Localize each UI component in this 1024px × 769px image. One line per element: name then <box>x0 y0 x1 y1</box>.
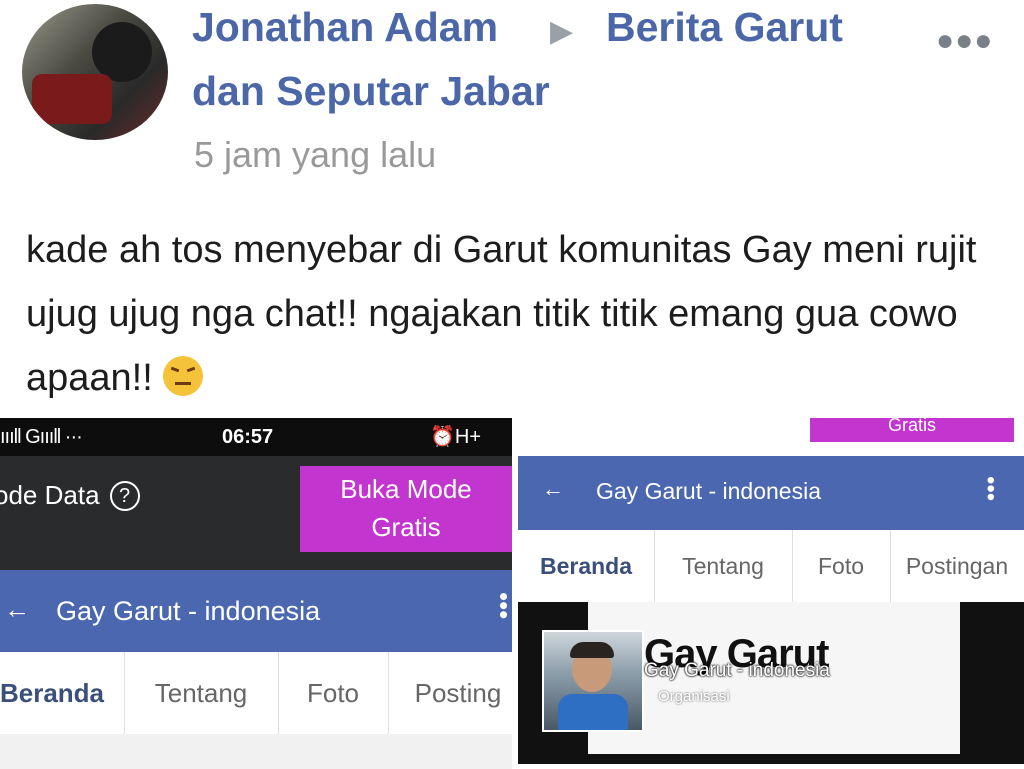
angry-face-emoji <box>163 356 204 396</box>
page-category: Organisasi <box>658 688 730 705</box>
author-name-link[interactable]: Jonathan Adam <box>192 4 498 50</box>
page-profile-photo[interactable] <box>542 630 644 732</box>
group-name-link-line2[interactable]: dan Seputar Jabar <box>192 68 550 114</box>
tab-beranda[interactable]: Beranda <box>0 652 125 734</box>
vertical-dots-icon[interactable]: ••• <box>976 476 1004 501</box>
gratis-button-partial[interactable]: Gratis <box>810 418 1014 442</box>
screenshot-right: Gratis ← Gay Garut - indonesia ••• Beran… <box>518 418 1024 764</box>
tab-posting[interactable]: Posting <box>388 652 512 734</box>
data-mode-text: ode Data <box>0 480 100 510</box>
top-strip: Gratis <box>518 418 1024 456</box>
tab-tentang[interactable]: Tentang <box>124 652 279 734</box>
button-line2: Gratis <box>371 512 441 542</box>
signal-indicator: ıııll Gıııll ··· <box>0 426 83 448</box>
data-mode-label: ode Data? <box>0 480 140 511</box>
back-arrow-icon[interactable]: ← <box>4 594 30 625</box>
back-arrow-icon[interactable]: ← <box>542 476 564 502</box>
status-time: 06:57 <box>222 426 274 448</box>
screenshot-left: ıııll Gıııll ··· 06:57 ⏰H+ ode Data? Buk… <box>0 418 512 769</box>
triangle-arrow-icon: ▶ <box>550 15 574 48</box>
data-mode-banner: ode Data? Buka Mode Gratis <box>0 456 512 566</box>
page-tabs: Beranda Tentang Foto Postingan <box>518 530 1024 603</box>
author-avatar[interactable] <box>22 4 168 140</box>
content-area <box>0 734 512 769</box>
page-tabs: Beranda Tentang Foto Posting <box>0 652 512 735</box>
open-free-mode-button[interactable]: Buka Mode Gratis <box>300 466 512 552</box>
tab-tentang[interactable]: Tentang <box>654 530 793 602</box>
cover-area: Gay Garut Gay Garut - indonesia Organisa… <box>518 602 1024 764</box>
page-title: Gay Garut - indonesia <box>56 596 321 626</box>
tab-foto[interactable]: Foto <box>792 530 891 602</box>
page-name: Gay Garut - indonesia <box>644 660 830 681</box>
vertical-dots-icon[interactable]: ••• <box>488 592 512 619</box>
status-bar: ıııll Gıııll ··· 06:57 ⏰H+ <box>0 418 512 456</box>
tab-beranda[interactable]: Beranda <box>518 530 655 602</box>
more-dots-icon[interactable]: ●●● <box>936 24 993 58</box>
page-app-bar: ← Gay Garut - indonesia ••• <box>0 570 512 652</box>
post-body: kade ah tos menyebar di Garut komunitas … <box>26 218 1016 410</box>
post-timestamp[interactable]: 5 jam yang lalu <box>194 134 436 176</box>
tab-postingan[interactable]: Postingan <box>890 530 1024 602</box>
button-line1: Buka Mode <box>340 474 472 504</box>
page-app-bar: ← Gay Garut - indonesia ••• <box>518 456 1024 530</box>
group-name-link[interactable]: Berita Garut <box>606 4 843 50</box>
tab-foto[interactable]: Foto <box>278 652 389 734</box>
help-circle-icon[interactable]: ? <box>109 481 140 511</box>
page-title: Gay Garut - indonesia <box>596 478 822 504</box>
status-icons: ⏰H+ <box>430 426 482 448</box>
